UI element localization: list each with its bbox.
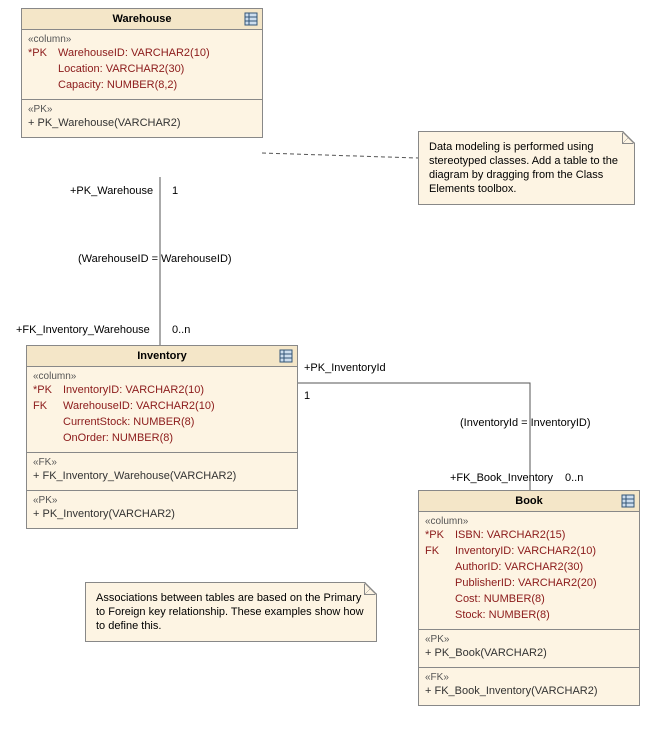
column-row: Location: VARCHAR2(30) xyxy=(28,61,256,77)
multiplicity-one: 1 xyxy=(304,390,310,402)
fk-row: + FK_Book_Inventory(VARCHAR2) xyxy=(425,683,633,699)
column-row: *PKISBN: VARCHAR2(15) xyxy=(425,527,633,543)
column-row: *PKWarehouseID: VARCHAR2(10) xyxy=(28,45,256,61)
columns-section: «column» *PKISBN: VARCHAR2(15) FKInvento… xyxy=(419,512,639,630)
stereo-column: «column» xyxy=(425,516,633,527)
column-row: Capacity: NUMBER(8,2) xyxy=(28,77,256,93)
pk-section: «PK» + PK_Warehouse(VARCHAR2) xyxy=(22,100,262,137)
title-text: Book xyxy=(515,495,543,507)
columns-section: «column» *PKWarehouseID: VARCHAR2(10) Lo… xyxy=(22,30,262,100)
label-pk-inventoryid: +PK_InventoryId xyxy=(304,362,386,374)
note-data-modeling: Data modeling is performed using stereot… xyxy=(418,131,635,205)
fk-section: «FK» + FK_Inventory_Warehouse(VARCHAR2) xyxy=(27,453,297,491)
table-icon xyxy=(621,494,635,508)
column-row: FKWarehouseID: VARCHAR2(10) xyxy=(33,398,291,414)
note-text: Data modeling is performed using stereot… xyxy=(429,141,618,195)
column-row: OnOrder: NUMBER(8) xyxy=(33,430,291,446)
fk-section: «FK» + FK_Book_Inventory(VARCHAR2) xyxy=(419,668,639,705)
label-fk-book-inventory: +FK_Book_Inventory xyxy=(450,472,553,484)
note-associations: Associations between tables are based on… xyxy=(85,582,377,642)
table-icon xyxy=(244,12,258,26)
label-join-inventory: (InventoryId = InventoryID) xyxy=(460,417,591,429)
stereo-pk: «PK» xyxy=(33,495,291,506)
entity-title-warehouse: Warehouse xyxy=(22,9,262,30)
title-text: Inventory xyxy=(137,350,187,362)
stereo-pk: «PK» xyxy=(425,634,633,645)
pk-row: + PK_Book(VARCHAR2) xyxy=(425,645,633,661)
entity-book[interactable]: Book «column» *PKISBN: VARCHAR2(15) FKIn… xyxy=(418,490,640,706)
pk-section: «PK» + PK_Book(VARCHAR2) xyxy=(419,630,639,668)
entity-warehouse[interactable]: Warehouse «column» *PKWarehouseID: VARCH… xyxy=(21,8,263,138)
stereo-fk: «FK» xyxy=(425,672,633,683)
column-row: PublisherID: VARCHAR2(20) xyxy=(425,575,633,591)
column-row: AuthorID: VARCHAR2(30) xyxy=(425,559,633,575)
column-row: CurrentStock: NUMBER(8) xyxy=(33,414,291,430)
entity-inventory[interactable]: Inventory «column» *PKInventoryID: VARCH… xyxy=(26,345,298,529)
multiplicity-one: 1 xyxy=(172,185,178,197)
table-icon xyxy=(279,349,293,363)
column-row: FKInventoryID: VARCHAR2(10) xyxy=(425,543,633,559)
entity-title-inventory: Inventory xyxy=(27,346,297,367)
column-row: *PKInventoryID: VARCHAR2(10) xyxy=(33,382,291,398)
stereo-column: «column» xyxy=(33,371,291,382)
fk-row: + FK_Inventory_Warehouse(VARCHAR2) xyxy=(33,468,291,484)
multiplicity-many: 0..n xyxy=(172,324,190,336)
stereo-column: «column» xyxy=(28,34,256,45)
stereo-pk: «PK» xyxy=(28,104,256,115)
entity-title-book: Book xyxy=(419,491,639,512)
title-text: Warehouse xyxy=(113,13,172,25)
stereo-fk: «FK» xyxy=(33,457,291,468)
label-pk-warehouse: +PK_Warehouse xyxy=(70,185,153,197)
pk-row: + PK_Inventory(VARCHAR2) xyxy=(33,506,291,522)
note-text: Associations between tables are based on… xyxy=(96,592,364,632)
column-row: Cost: NUMBER(8) xyxy=(425,591,633,607)
multiplicity-many: 0..n xyxy=(565,472,583,484)
columns-section: «column» *PKInventoryID: VARCHAR2(10) FK… xyxy=(27,367,297,453)
pk-section: «PK» + PK_Inventory(VARCHAR2) xyxy=(27,491,297,528)
label-fk-inventory-warehouse: +FK_Inventory_Warehouse xyxy=(16,324,150,336)
column-row: Stock: NUMBER(8) xyxy=(425,607,633,623)
pk-row: + PK_Warehouse(VARCHAR2) xyxy=(28,115,256,131)
label-join-warehouse: (WarehouseID = WarehouseID) xyxy=(78,253,232,265)
